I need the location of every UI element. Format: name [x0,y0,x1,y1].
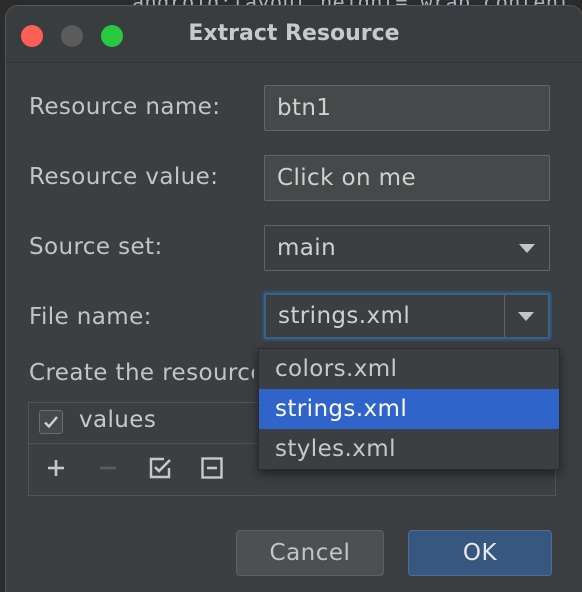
resource-value-label: Resource value: [29,164,219,190]
ok-button[interactable]: OK [408,530,552,576]
directory-label: values [79,407,157,433]
resource-name-label: Resource name: [29,94,221,120]
uncheck-all-icon[interactable] [199,455,225,481]
create-in-directories-label: Create the resource in directories: [29,360,254,386]
dropdown-option-selected[interactable]: strings.xml [259,389,559,429]
combo-separator [504,295,505,337]
source-set-label: Source set: [29,234,163,260]
values-checkbox[interactable] [39,410,63,434]
file-name-dropdown-list: colors.xml strings.xml styles.xml [258,348,560,470]
remove-icon[interactable] [95,455,121,481]
resource-value-input[interactable]: Click on me [264,155,550,201]
source-set-value: main [277,235,337,261]
title-bar: Extract Resource [6,6,582,63]
file-name-label: File name: [29,304,152,330]
file-name-value: strings.xml [278,303,411,329]
extract-resource-dialog: Extract Resource Resource name: btn1 Res… [6,6,582,592]
check-all-icon[interactable] [147,455,173,481]
chevron-down-icon[interactable] [519,244,535,253]
cancel-button[interactable]: Cancel [236,530,384,576]
resource-name-input[interactable]: btn1 [264,85,550,131]
chevron-down-icon[interactable] [518,312,534,321]
checkmark-icon [44,416,58,429]
add-icon[interactable] [43,455,69,481]
dropdown-option[interactable]: colors.xml [259,349,559,389]
source-set-combo[interactable]: main [264,225,550,271]
file-name-combo[interactable]: strings.xml [264,293,550,339]
dropdown-option[interactable]: styles.xml [259,429,559,469]
dialog-title: Extract Resource [188,21,400,46]
